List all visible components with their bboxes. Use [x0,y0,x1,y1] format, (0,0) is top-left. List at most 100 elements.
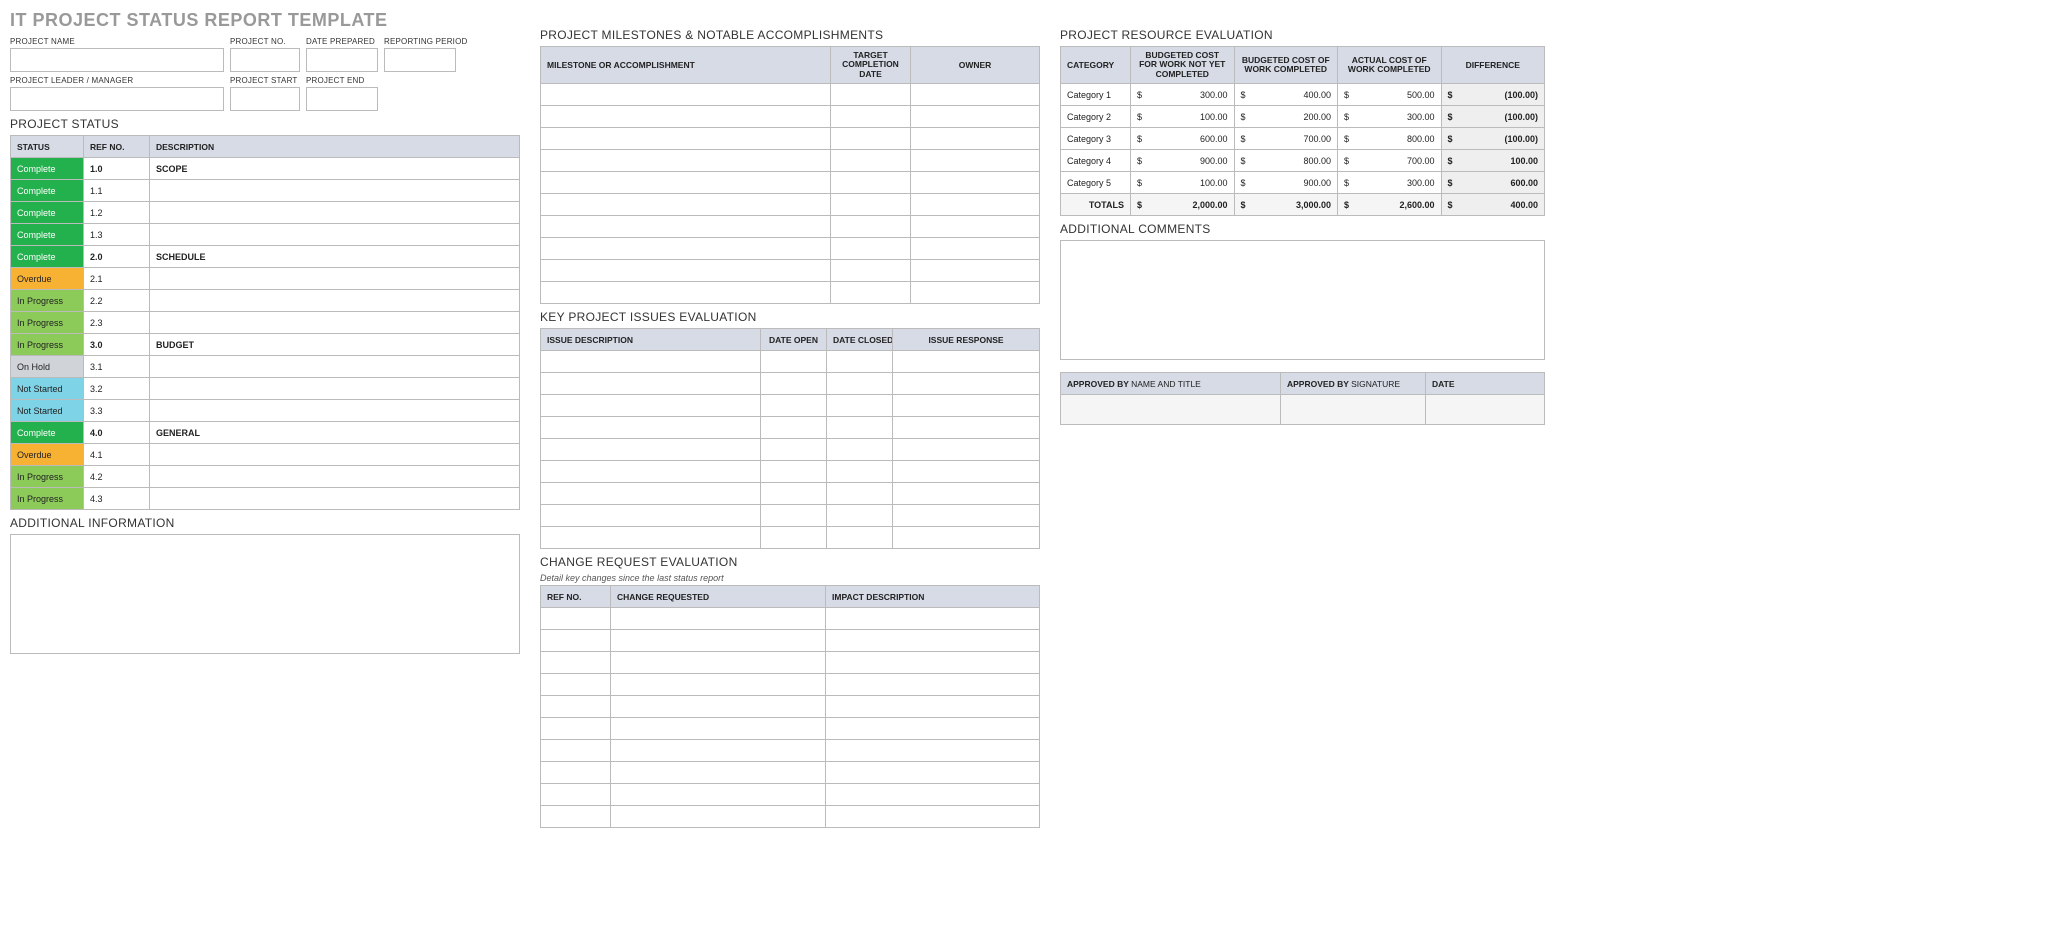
table-cell[interactable] [611,630,826,652]
table-cell[interactable] [541,351,761,373]
desc-cell[interactable] [150,444,520,466]
table-cell[interactable] [826,608,1040,630]
table-cell[interactable] [541,172,831,194]
table-cell[interactable] [611,652,826,674]
resource-cell[interactable]: 800.00 [1338,128,1442,150]
table-cell[interactable] [611,784,826,806]
status-cell[interactable]: In Progress [11,488,84,510]
table-cell[interactable] [893,351,1040,373]
info-field-input[interactable] [384,48,456,72]
table-cell[interactable] [541,194,831,216]
table-cell[interactable] [541,439,761,461]
table-cell[interactable] [541,260,831,282]
table-cell[interactable] [826,740,1040,762]
resource-cell[interactable]: 900.00 [1131,150,1235,172]
table-cell[interactable] [541,762,611,784]
desc-cell[interactable] [150,180,520,202]
table-cell[interactable] [893,439,1040,461]
status-cell[interactable]: In Progress [11,290,84,312]
table-cell[interactable] [541,373,761,395]
status-cell[interactable]: Complete [11,158,84,180]
status-cell[interactable]: On Hold [11,356,84,378]
additional-info-box[interactable] [10,534,520,654]
status-cell[interactable]: Complete [11,224,84,246]
resource-cell[interactable]: 100.00 [1131,106,1235,128]
table-cell[interactable] [831,238,911,260]
info-field-input[interactable] [306,48,378,72]
resource-cell[interactable]: (100.00) [1441,106,1545,128]
table-cell[interactable] [827,505,893,527]
approval-date-cell[interactable] [1426,395,1545,425]
table-cell[interactable] [826,806,1040,828]
info-field-input[interactable] [230,48,300,72]
resource-cell[interactable]: 200.00 [1234,106,1338,128]
table-cell[interactable] [911,282,1040,304]
info-field-input[interactable] [230,87,300,111]
table-cell[interactable] [827,351,893,373]
status-cell[interactable]: In Progress [11,334,84,356]
table-cell[interactable] [761,439,827,461]
table-cell[interactable] [827,373,893,395]
info-field-input[interactable] [10,48,224,72]
table-cell[interactable] [541,608,611,630]
table-cell[interactable] [827,417,893,439]
table-cell[interactable] [831,216,911,238]
desc-cell[interactable]: GENERAL [150,422,520,444]
table-cell[interactable] [911,106,1040,128]
resource-cell[interactable]: Category 1 [1061,84,1131,106]
comments-box[interactable] [1060,240,1545,360]
table-cell[interactable] [541,282,831,304]
resource-cell[interactable]: (100.00) [1441,128,1545,150]
table-cell[interactable] [611,674,826,696]
table-cell[interactable] [541,806,611,828]
status-cell[interactable]: In Progress [11,466,84,488]
resource-cell[interactable]: 600.00 [1131,128,1235,150]
table-cell[interactable] [541,84,831,106]
table-cell[interactable] [611,696,826,718]
table-cell[interactable] [541,106,831,128]
table-cell[interactable] [826,784,1040,806]
resource-cell[interactable]: Category 2 [1061,106,1131,128]
table-cell[interactable] [541,630,611,652]
table-cell[interactable] [541,696,611,718]
table-cell[interactable] [541,238,831,260]
table-cell[interactable] [761,373,827,395]
table-cell[interactable] [541,395,761,417]
status-cell[interactable]: Complete [11,246,84,268]
table-cell[interactable] [911,216,1040,238]
table-cell[interactable] [541,417,761,439]
table-cell[interactable] [827,461,893,483]
table-cell[interactable] [893,483,1040,505]
resource-cell[interactable]: 100.00 [1131,172,1235,194]
table-cell[interactable] [827,395,893,417]
table-cell[interactable] [911,238,1040,260]
status-cell[interactable]: Overdue [11,444,84,466]
table-cell[interactable] [831,282,911,304]
table-cell[interactable] [541,483,761,505]
table-cell[interactable] [911,260,1040,282]
table-cell[interactable] [893,461,1040,483]
table-cell[interactable] [826,718,1040,740]
resource-cell[interactable]: 300.00 [1338,106,1442,128]
table-cell[interactable] [761,417,827,439]
table-cell[interactable] [611,718,826,740]
resource-cell[interactable]: 800.00 [1234,150,1338,172]
table-cell[interactable] [541,150,831,172]
table-cell[interactable] [831,194,911,216]
table-cell[interactable] [826,630,1040,652]
table-cell[interactable] [911,150,1040,172]
table-cell[interactable] [911,194,1040,216]
table-cell[interactable] [826,652,1040,674]
status-cell[interactable]: Complete [11,180,84,202]
table-cell[interactable] [761,351,827,373]
desc-cell[interactable] [150,202,520,224]
resource-cell[interactable]: 700.00 [1338,150,1442,172]
table-cell[interactable] [826,674,1040,696]
resource-cell[interactable]: 700.00 [1234,128,1338,150]
table-cell[interactable] [761,461,827,483]
table-cell[interactable] [831,84,911,106]
desc-cell[interactable] [150,290,520,312]
table-cell[interactable] [541,674,611,696]
table-cell[interactable] [541,652,611,674]
approval-nametitle-cell[interactable] [1061,395,1281,425]
